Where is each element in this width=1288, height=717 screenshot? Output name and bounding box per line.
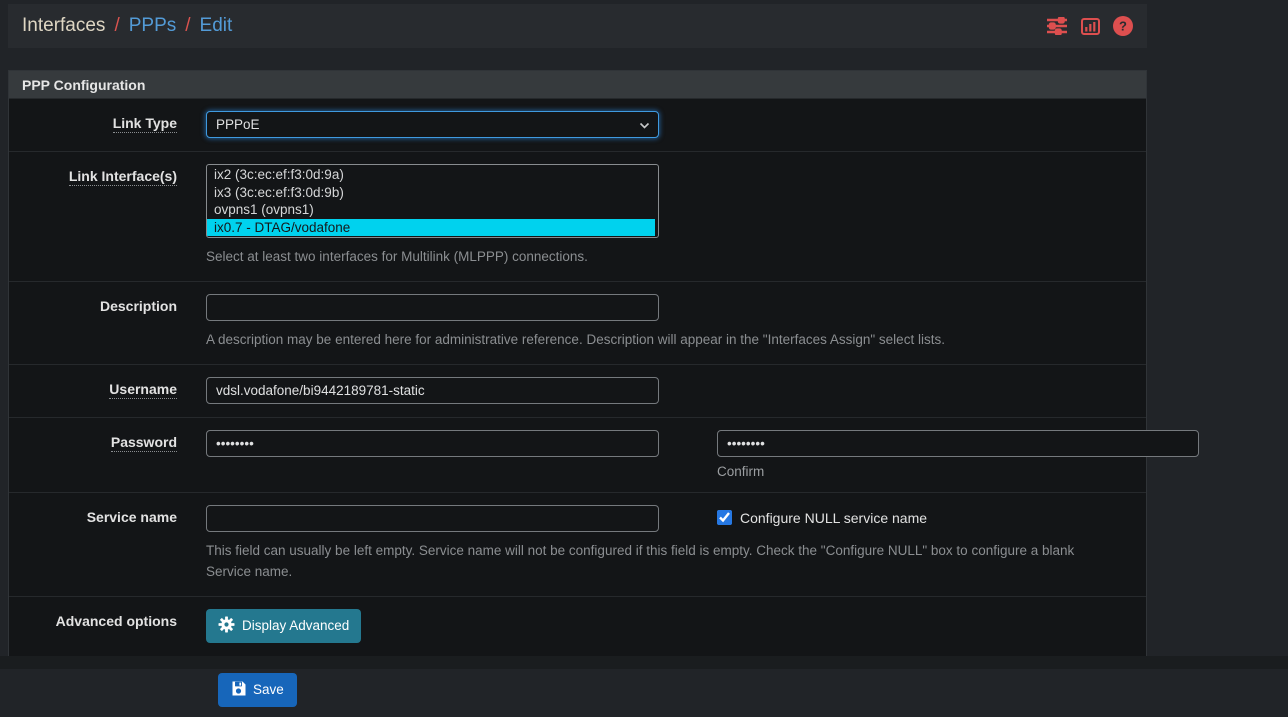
service-name-label: Service name <box>87 509 177 525</box>
username-label: Username <box>109 381 177 399</box>
display-advanced-button[interactable]: Display Advanced <box>206 609 361 643</box>
breadcrumb-link-edit[interactable]: Edit <box>200 15 233 37</box>
save-icon <box>231 681 246 699</box>
link-type-select[interactable]: PPPoE <box>206 111 659 138</box>
svg-text:?: ? <box>1119 19 1127 34</box>
service-name-input[interactable] <box>206 505 659 532</box>
display-advanced-label: Display Advanced <box>242 618 349 633</box>
username-input[interactable] <box>206 377 659 404</box>
listbox-option[interactable]: ix2 (3c:ec:ef:f3:0d:9a) <box>207 166 658 184</box>
description-input[interactable] <box>206 294 659 321</box>
footer-strip <box>0 656 1288 669</box>
save-button[interactable]: Save <box>218 673 297 707</box>
chart-icon[interactable] <box>1081 18 1100 35</box>
gear-icon <box>218 616 235 636</box>
link-interfaces-row: Link Interface(s) ix2 (3c:ec:ef:f3:0d:9a… <box>9 151 1146 281</box>
link-type-row: Link Type PPPoE <box>9 98 1146 151</box>
password-input[interactable] <box>206 430 659 457</box>
breadcrumb-separator: / <box>185 15 190 37</box>
service-name-help: This field can usually be left empty. Se… <box>206 541 1116 583</box>
sliders-icon[interactable] <box>1046 17 1068 35</box>
link-type-label: Link Type <box>113 115 177 133</box>
description-label: Description <box>100 298 177 314</box>
listbox-option[interactable]: ix3 (3c:ec:ef:f3:0d:9b) <box>207 184 658 202</box>
ppp-configuration-panel: PPP Configuration Link Type PPPoE Link I… <box>8 70 1147 657</box>
advanced-options-label: Advanced options <box>56 613 177 629</box>
link-type-value: PPPoE <box>216 117 260 132</box>
password-label: Password <box>111 434 177 452</box>
chevron-down-icon <box>639 118 650 136</box>
listbox-option-selected[interactable]: ix0.7 - DTAG/vodafone <box>207 219 655 237</box>
help-icon[interactable]: ? <box>1113 16 1133 36</box>
password-row: Password Confirm <box>9 417 1146 492</box>
service-name-row: Service name Configure NULL service name… <box>9 492 1146 596</box>
description-help: A description may be entered here for ad… <box>206 330 1116 351</box>
username-row: Username <box>9 364 1146 417</box>
breadcrumb-separator: / <box>114 15 119 37</box>
link-interfaces-listbox[interactable]: ix2 (3c:ec:ef:f3:0d:9a) ix3 (3c:ec:ef:f3… <box>206 164 659 238</box>
breadcrumb-root: Interfaces <box>22 15 105 37</box>
save-button-label: Save <box>253 682 284 697</box>
password-confirm-label: Confirm <box>717 464 1199 479</box>
link-interfaces-label: Link Interface(s) <box>69 168 177 186</box>
breadcrumb-bar: Interfaces / PPPs / Edit <box>8 4 1147 48</box>
description-row: Description A description may be entered… <box>9 281 1146 364</box>
panel-title: PPP Configuration <box>9 71 1146 98</box>
password-confirm-input[interactable] <box>717 430 1199 457</box>
listbox-option[interactable]: ovpns1 (ovpns1) <box>207 201 658 219</box>
breadcrumb-link-ppps[interactable]: PPPs <box>129 15 177 37</box>
link-interfaces-help: Select at least two interfaces for Multi… <box>206 247 1116 268</box>
configure-null-label: Configure NULL service name <box>740 510 927 526</box>
configure-null-checkbox[interactable] <box>717 510 732 525</box>
advanced-options-row: Advanced options <box>9 596 1146 656</box>
breadcrumb: Interfaces / PPPs / Edit <box>22 15 232 37</box>
